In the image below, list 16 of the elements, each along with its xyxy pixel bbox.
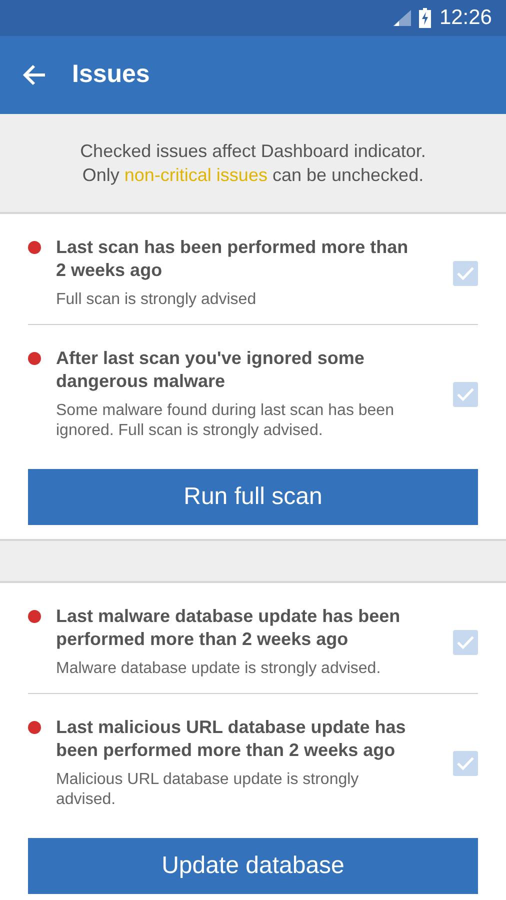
signal-icon — [393, 10, 412, 26]
issue-description: Malicious URL database update is strongly advised. — [56, 770, 360, 810]
battery-icon — [419, 8, 432, 28]
issue-title: After last scan you've ignored some dangerous malware — [56, 347, 366, 393]
issue-title: Last malware database update has been performed more than 2 weeks ago — [56, 605, 402, 651]
action-button[interactable]: Update database — [28, 838, 478, 894]
issue-description: Some malware found during last scan has been ignored. Full scan is strongly advised. — [56, 401, 395, 441]
action-button[interactable]: Run full scan — [28, 469, 478, 525]
status-time: 12:26 — [439, 5, 492, 32]
screen-title: Issues — [72, 59, 150, 90]
info-text: Checked issues affect Dashboard indicator. Only non-critical issues can be unchecked. — [80, 140, 426, 187]
issue-title: Last scan has been performed more than 2 weeks ago — [56, 236, 410, 282]
issue-description: Full scan is strongly advised — [56, 290, 258, 310]
back-icon[interactable] — [22, 64, 46, 86]
issue-description: Malware database update is strongly advised. — [56, 659, 382, 679]
issue-title: Last malicious URL database update has been performed more than 2 weeks ago — [56, 716, 407, 762]
